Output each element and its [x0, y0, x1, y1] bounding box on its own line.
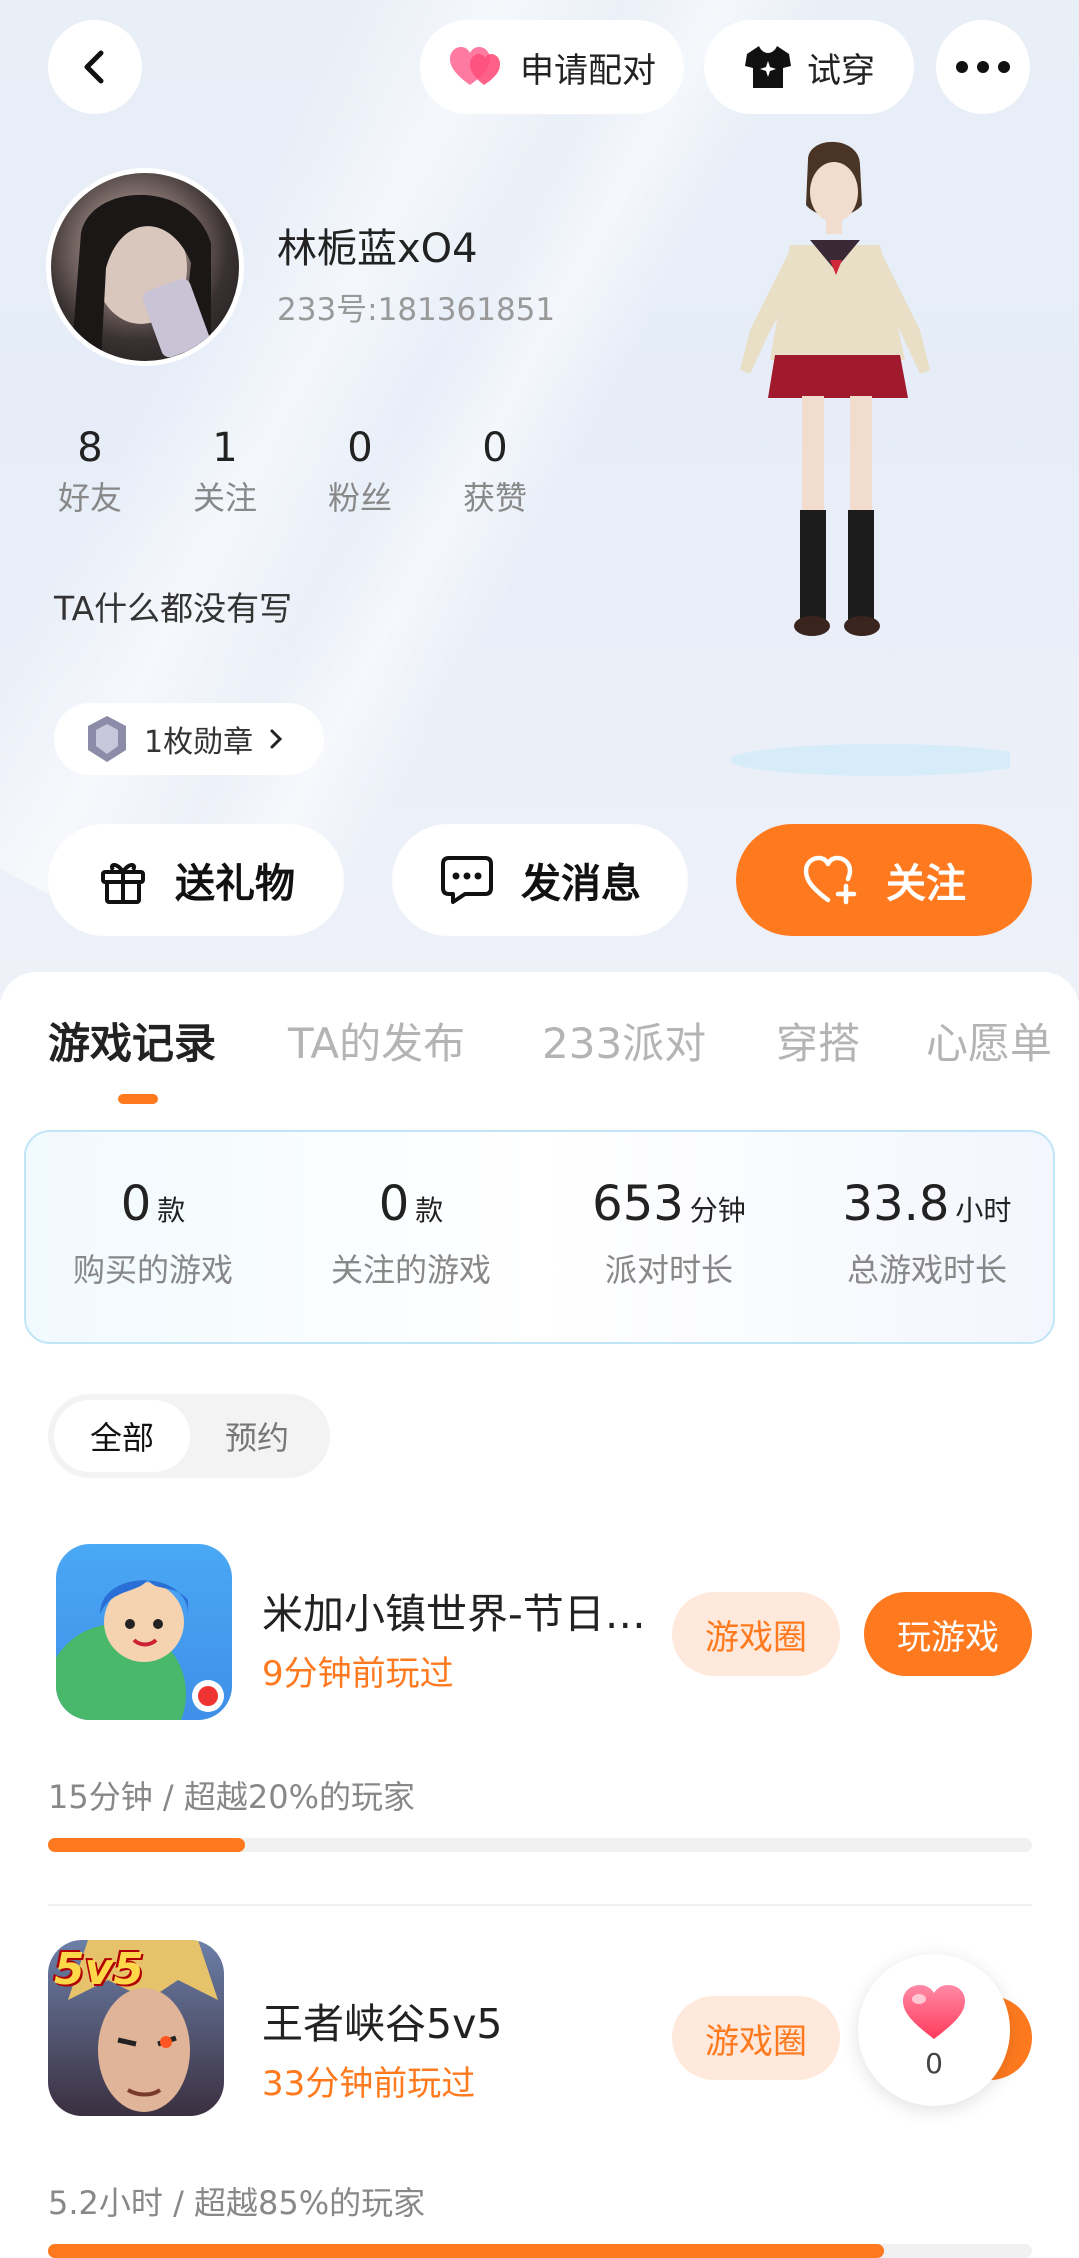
medal-label: 1枚勋章	[144, 725, 254, 760]
stat-label: 粉丝	[327, 479, 392, 517]
tab-ta-posts[interactable]: TA的发布	[288, 1010, 465, 1071]
summary-party-time: 653 分钟 派对时长	[540, 1172, 798, 1297]
summary-label: 总游戏时长	[846, 1251, 1007, 1289]
apply-pair-button[interactable]: 申请配对	[420, 20, 684, 114]
game-name: 王者峡谷5v5	[262, 2000, 503, 2048]
stat-number: 1	[212, 425, 238, 471]
follow-label: 关注	[886, 861, 966, 907]
like-count: 0	[925, 2046, 943, 2080]
summary-label: 派对时长	[604, 1251, 733, 1289]
try-on-button[interactable]: 试穿	[704, 20, 914, 114]
summary-unit: 款	[157, 1194, 186, 1227]
stat-label: 好友	[57, 479, 122, 517]
play-progress-fill	[48, 2244, 885, 2258]
more-dots-icon	[956, 61, 1010, 73]
send-message-label: 发消息	[521, 861, 641, 907]
filter-reserve[interactable]: 预约	[190, 1400, 324, 1472]
heart-icon	[903, 1984, 965, 2039]
stat-number: 0	[347, 425, 373, 471]
stat-following[interactable]: 1 关注	[165, 422, 285, 522]
summary-total-time: 33.8 小时 总游戏时长	[798, 1172, 1056, 1297]
stat-likes[interactable]: 0 获赞	[435, 422, 555, 522]
play-stat: 5.2小时 / 超越85%的玩家	[48, 2184, 426, 2222]
play-progress-bar	[48, 2244, 1032, 2258]
gift-icon	[101, 863, 145, 904]
tshirt-icon	[745, 46, 791, 88]
medal-button[interactable]: 1枚勋章	[54, 703, 324, 775]
play-progress-bar	[48, 1838, 1032, 1852]
send-gift-label: 送礼物	[175, 861, 295, 907]
stat-friends[interactable]: 8 好友	[30, 422, 150, 522]
play-game-button[interactable]: 玩游戏	[864, 1592, 1032, 1676]
stat-number: 8	[77, 425, 103, 471]
game-filter: 全部 预约	[48, 1394, 330, 1478]
avatar-3d-character	[730, 141, 1010, 776]
game-icon-badge: 5v5	[54, 1944, 144, 1995]
summary-unit: 款	[415, 1194, 444, 1227]
play-progress-fill	[48, 1838, 245, 1852]
tab-wishlist[interactable]: 心愿单	[926, 1010, 1052, 1071]
send-gift-button[interactable]: 送礼物	[48, 824, 344, 936]
medal-icon	[88, 716, 126, 762]
chevron-right-icon	[270, 729, 283, 749]
user-name: 林栀蓝xO4	[277, 226, 478, 272]
tab-outfits[interactable]: 穿搭	[776, 1010, 860, 1071]
back-button[interactable]	[48, 20, 142, 114]
game-circle-button[interactable]: 游戏圈	[672, 1996, 840, 2080]
game-last-played: 33分钟前玩过	[262, 2064, 476, 2104]
tab-233-party[interactable]: 233派对	[542, 1010, 706, 1071]
heart-plus-icon	[803, 855, 857, 905]
game-last-played: 9分钟前玩过	[262, 1654, 454, 1694]
user-bio: TA什么都没有写	[54, 589, 293, 628]
avatar[interactable]	[46, 168, 244, 366]
game-icon-art	[56, 1580, 224, 1720]
stat-label: 获赞	[462, 479, 527, 517]
user-id[interactable]: 233号:181361851	[277, 284, 555, 329]
follow-button[interactable]: 关注	[736, 824, 1032, 936]
tab-game-records[interactable]: 游戏记录	[48, 1010, 216, 1071]
summary-value: 33.8	[842, 1176, 950, 1232]
filter-all[interactable]: 全部	[54, 1400, 190, 1472]
more-button[interactable]	[936, 20, 1030, 114]
apply-pair-label: 申请配对	[520, 50, 656, 91]
summary-purchased: 0款 购买的游戏	[24, 1172, 282, 1297]
summary-value: 0	[120, 1176, 152, 1232]
game-icon[interactable]	[56, 1544, 232, 1720]
game-circle-button[interactable]: 游戏圈	[672, 1592, 840, 1676]
summary-unit: 分钟	[689, 1194, 746, 1227]
send-message-button[interactable]: 发消息	[392, 824, 688, 936]
chevron-left-icon	[84, 50, 104, 84]
floating-like-button[interactable]: 0	[858, 1954, 1010, 2106]
summary-value: 0	[378, 1176, 410, 1232]
stat-number: 0	[482, 425, 508, 471]
try-on-label: 试穿	[807, 50, 875, 91]
game-icon[interactable]: 5v5	[48, 1940, 224, 2116]
tab-indicator	[118, 1094, 158, 1104]
summary-followed: 0款 关注的游戏	[282, 1172, 540, 1297]
summary-label: 关注的游戏	[330, 1251, 491, 1289]
stat-label: 关注	[192, 479, 257, 517]
summary-value: 653	[592, 1176, 684, 1232]
summary-label: 购买的游戏	[72, 1251, 233, 1289]
double-heart-icon	[450, 47, 500, 85]
avatar-photo	[71, 194, 211, 361]
chat-bubble-icon	[441, 856, 493, 904]
summary-unit: 小时	[955, 1194, 1012, 1227]
stat-fans[interactable]: 0 粉丝	[300, 422, 420, 522]
play-stat: 15分钟 / 超越20%的玩家	[48, 1778, 415, 1816]
game-name: 米加小镇世界-节日…	[262, 1590, 646, 1638]
divider	[48, 1904, 1032, 1906]
